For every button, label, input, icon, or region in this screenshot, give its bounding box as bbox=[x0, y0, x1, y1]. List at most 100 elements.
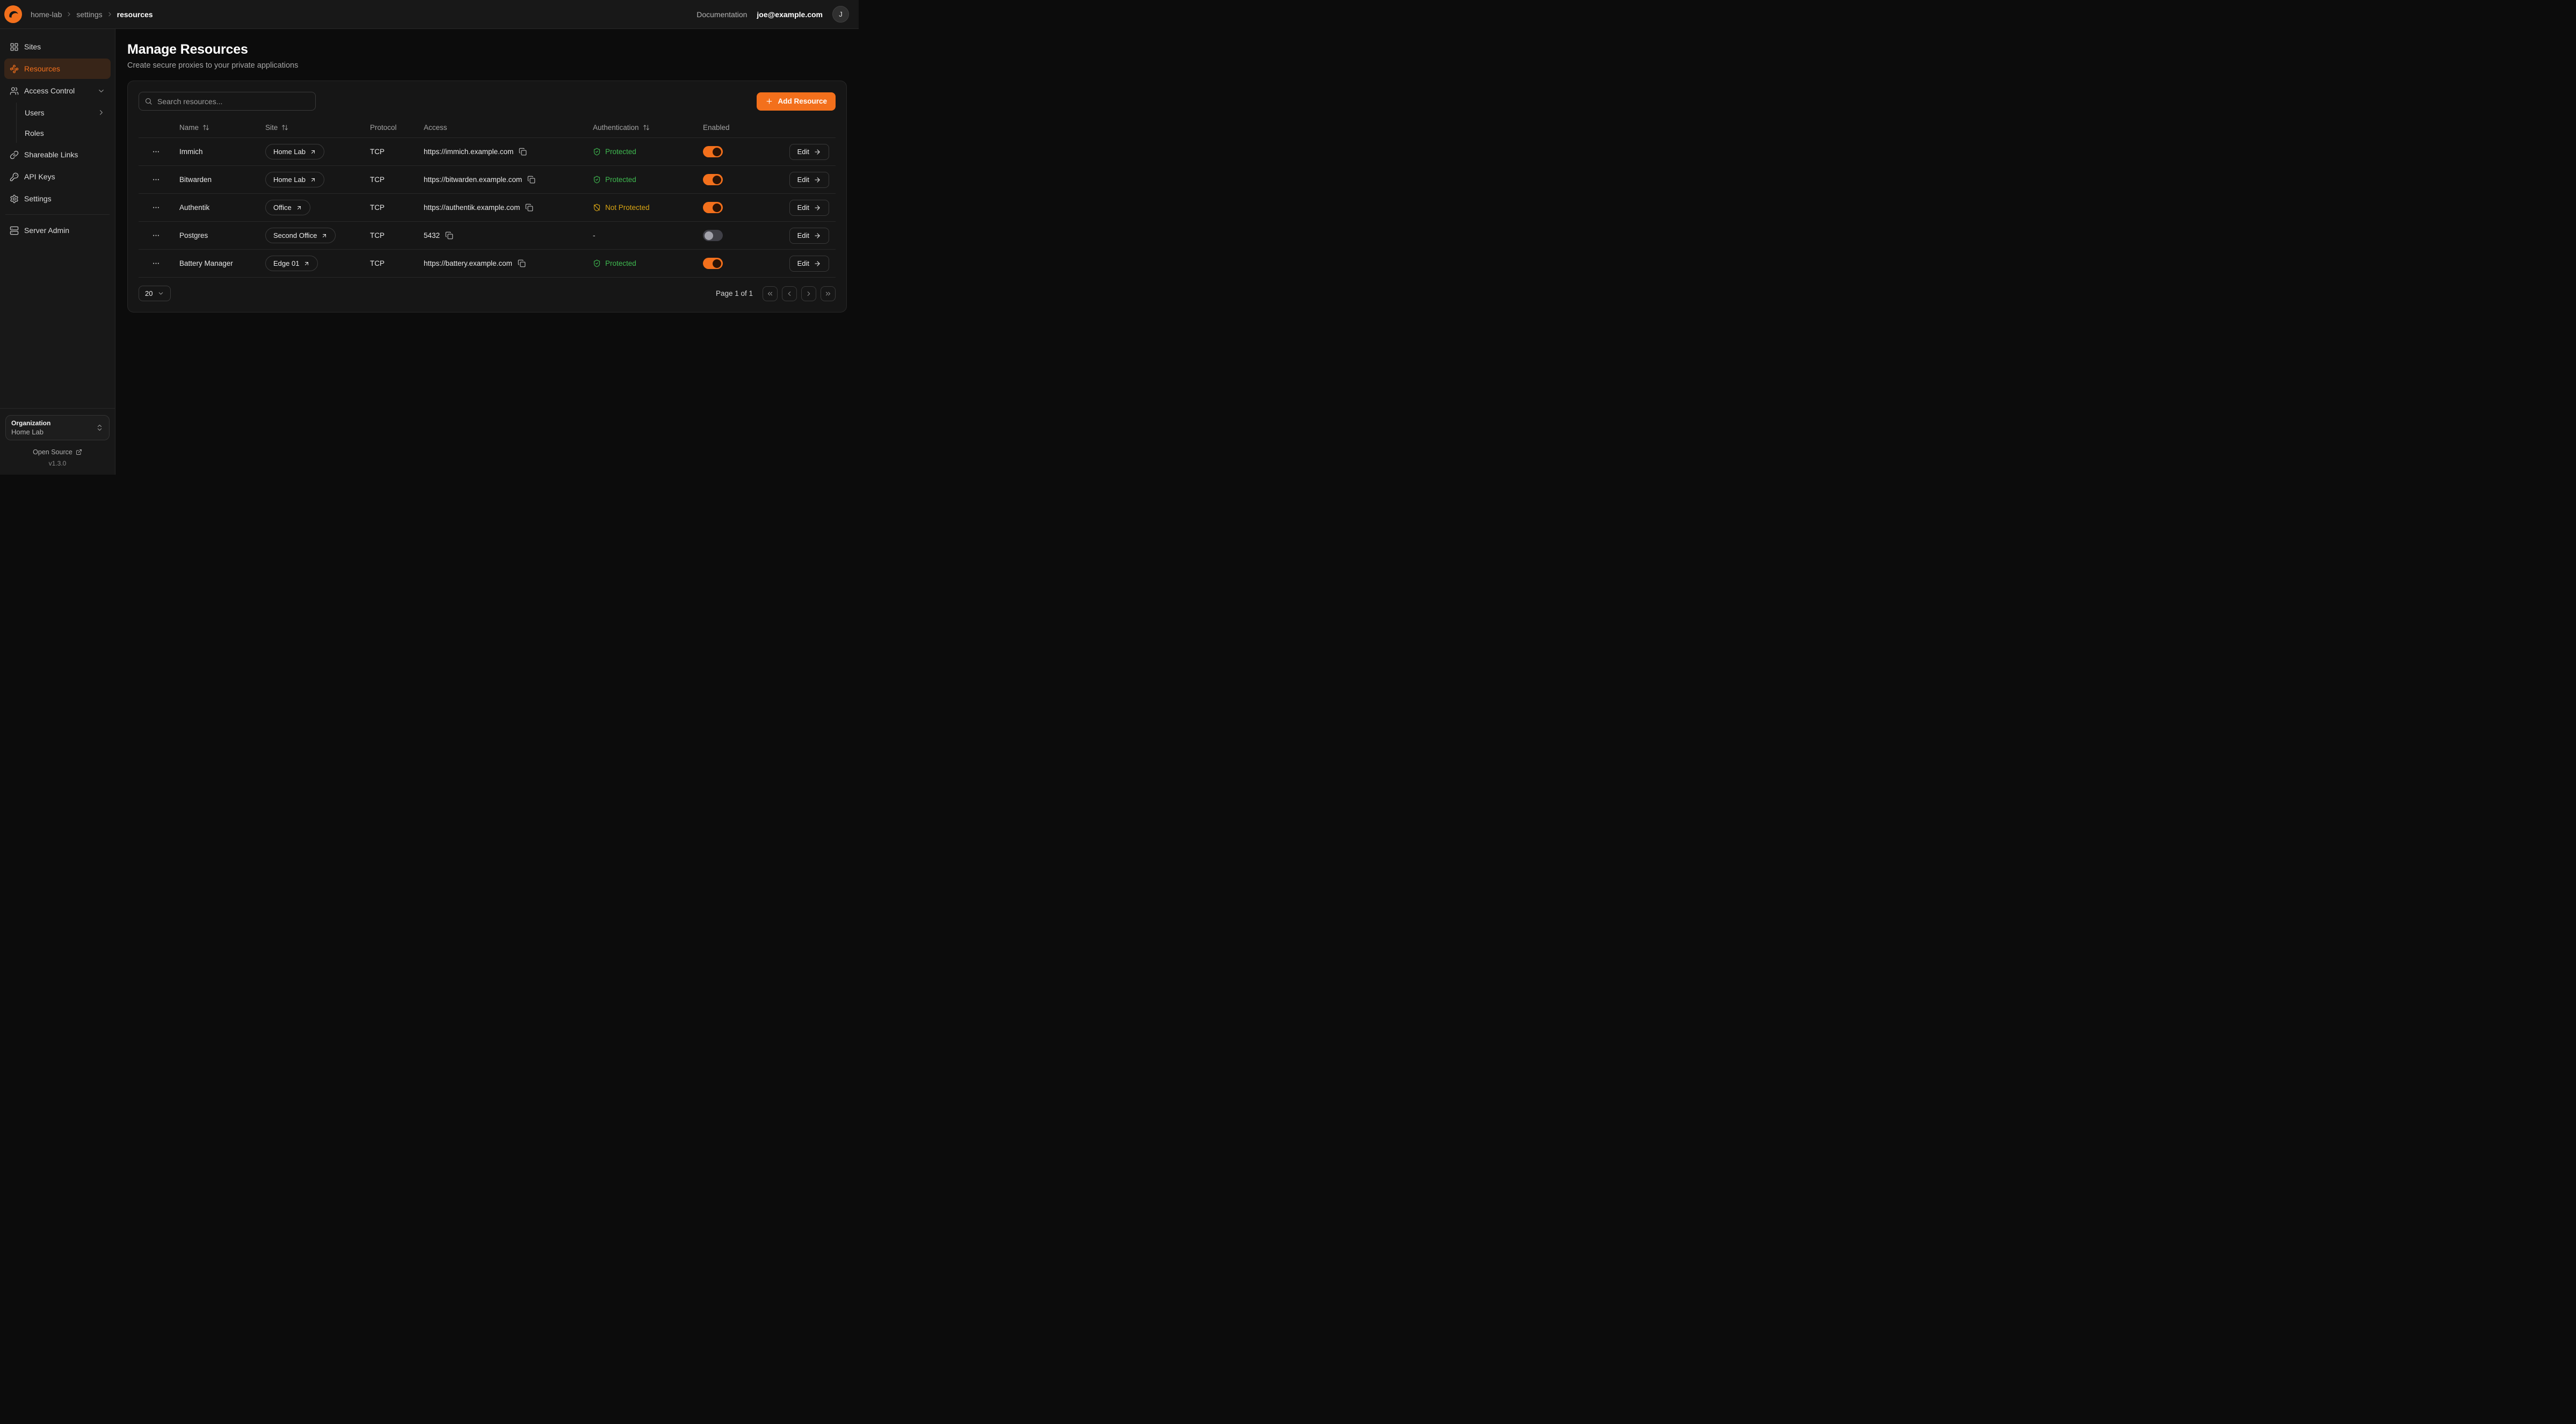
breadcrumb-separator-icon bbox=[66, 11, 72, 18]
edit-button[interactable]: Edit bbox=[789, 256, 829, 272]
sidebar-item-label: Settings bbox=[24, 194, 52, 203]
organization-selector[interactable]: Organization Home Lab bbox=[5, 415, 110, 440]
previous-page-button[interactable] bbox=[782, 286, 797, 301]
main-content: Manage Resources Create secure proxies t… bbox=[115, 29, 859, 475]
sidebar-item-label: Resources bbox=[24, 64, 60, 73]
page-subtitle: Create secure proxies to your private ap… bbox=[127, 61, 847, 70]
enabled-toggle[interactable] bbox=[703, 202, 723, 213]
toggle-knob bbox=[713, 148, 721, 156]
sidebar-item-api-keys[interactable]: API Keys bbox=[4, 166, 111, 187]
add-resource-button[interactable]: Add Resource bbox=[757, 92, 836, 111]
sidebar-item-resources[interactable]: Resources bbox=[4, 59, 111, 79]
pagination: Page 1 of 1 bbox=[716, 286, 836, 301]
first-page-button[interactable] bbox=[763, 286, 778, 301]
chevron-right-icon bbox=[97, 108, 105, 117]
row-actions-button[interactable] bbox=[150, 173, 162, 186]
site-link[interactable]: Second Office bbox=[265, 228, 336, 243]
copy-button[interactable] bbox=[524, 202, 534, 213]
users-icon bbox=[10, 86, 19, 96]
next-page-button[interactable] bbox=[801, 286, 816, 301]
row-actions-button[interactable] bbox=[150, 201, 162, 214]
edit-button[interactable]: Edit bbox=[789, 228, 829, 244]
arrow-right-icon bbox=[814, 232, 821, 239]
breadcrumb-separator-icon bbox=[106, 11, 113, 18]
breadcrumb-settings[interactable]: settings bbox=[76, 10, 102, 19]
auth-status-label: Protected bbox=[605, 148, 636, 156]
table-header: Name Site Protocol Access bbox=[139, 118, 836, 138]
rows-per-page-select[interactable]: 20 bbox=[139, 286, 171, 301]
table-footer: 20 Page 1 of 1 bbox=[139, 278, 836, 301]
toggle-knob bbox=[713, 259, 721, 268]
resource-protocol: TCP bbox=[364, 204, 417, 212]
resource-name: Postgres bbox=[173, 231, 259, 239]
chevron-down-icon bbox=[97, 87, 105, 95]
site-link[interactable]: Home Lab bbox=[265, 144, 324, 159]
toggle-knob bbox=[705, 231, 713, 240]
resource-access-url: https://authentik.example.com bbox=[424, 204, 520, 212]
enabled-toggle[interactable] bbox=[703, 174, 723, 185]
last-page-button[interactable] bbox=[821, 286, 836, 301]
row-actions-button[interactable] bbox=[150, 146, 162, 158]
enabled-toggle[interactable] bbox=[703, 146, 723, 157]
sidebar-item-settings[interactable]: Settings bbox=[4, 188, 111, 209]
resource-name: Immich bbox=[173, 148, 259, 156]
resource-name: Bitwarden bbox=[173, 176, 259, 184]
arrow-up-right-icon bbox=[310, 149, 316, 155]
app-logo[interactable] bbox=[4, 5, 22, 23]
sort-icon bbox=[202, 124, 209, 131]
table-row: Bitwarden Home Lab TCP https://bitwarden… bbox=[139, 166, 836, 194]
sidebar-item-sites[interactable]: Sites bbox=[4, 37, 111, 57]
column-header-enabled: Enabled bbox=[703, 123, 730, 132]
chevron-left-icon bbox=[786, 290, 793, 297]
sidebar-item-shareable-links[interactable]: Shareable Links bbox=[4, 144, 111, 165]
sort-icon bbox=[281, 124, 288, 131]
open-source-link[interactable]: Open Source bbox=[5, 448, 110, 456]
user-email[interactable]: joe@example.com bbox=[757, 10, 823, 19]
sites-icon bbox=[10, 42, 19, 52]
table-row: Postgres Second Office TCP 5432 - bbox=[139, 222, 836, 250]
auth-status-label: Protected bbox=[605, 176, 636, 184]
site-name: Home Lab bbox=[273, 148, 306, 156]
edit-button[interactable]: Edit bbox=[789, 172, 829, 188]
enabled-toggle[interactable] bbox=[703, 230, 723, 241]
sidebar-divider bbox=[5, 214, 110, 215]
sort-by-site[interactable]: Site bbox=[265, 123, 288, 132]
sort-by-name[interactable]: Name bbox=[179, 123, 209, 132]
site-link[interactable]: Edge 01 bbox=[265, 256, 318, 271]
site-link[interactable]: Office bbox=[265, 200, 310, 215]
edit-label: Edit bbox=[797, 204, 809, 212]
column-header-access: Access bbox=[424, 123, 447, 132]
sort-by-authentication[interactable]: Authentication bbox=[593, 123, 650, 132]
sidebar-item-users[interactable]: Users bbox=[17, 103, 111, 122]
sidebar-item-server-admin[interactable]: Server Admin bbox=[4, 220, 111, 241]
copy-icon bbox=[519, 148, 527, 156]
copy-button[interactable] bbox=[526, 175, 536, 185]
copy-button[interactable] bbox=[444, 230, 454, 241]
auth-status: Protected bbox=[586, 148, 696, 156]
chevrons-up-down-icon bbox=[96, 424, 104, 432]
sidebar-item-roles[interactable]: Roles bbox=[17, 123, 111, 143]
breadcrumb: home-lab settings resources bbox=[31, 10, 153, 19]
ellipsis-icon bbox=[152, 204, 160, 212]
row-actions-button[interactable] bbox=[150, 229, 162, 242]
arrow-up-right-icon bbox=[321, 233, 328, 239]
copy-button[interactable] bbox=[518, 147, 528, 157]
avatar[interactable]: J bbox=[832, 6, 849, 23]
sidebar-item-access-control[interactable]: Access Control bbox=[4, 81, 111, 101]
breadcrumb-org[interactable]: home-lab bbox=[31, 10, 62, 19]
search-input[interactable] bbox=[139, 92, 316, 111]
enabled-toggle[interactable] bbox=[703, 258, 723, 269]
toggle-knob bbox=[713, 204, 721, 212]
ellipsis-icon bbox=[152, 259, 160, 267]
documentation-link[interactable]: Documentation bbox=[696, 10, 747, 19]
edit-button[interactable]: Edit bbox=[789, 200, 829, 216]
copy-button[interactable] bbox=[517, 258, 527, 268]
row-actions-button[interactable] bbox=[150, 257, 162, 270]
table-row: Battery Manager Edge 01 TCP https://batt… bbox=[139, 250, 836, 278]
site-link[interactable]: Home Lab bbox=[265, 172, 324, 187]
auth-status-label: Protected bbox=[605, 259, 636, 267]
resources-card: Add Resource Name Site bbox=[127, 81, 847, 313]
column-header-name: Name bbox=[179, 123, 199, 132]
edit-button[interactable]: Edit bbox=[789, 144, 829, 160]
resource-access-url: https://battery.example.com bbox=[424, 259, 512, 267]
